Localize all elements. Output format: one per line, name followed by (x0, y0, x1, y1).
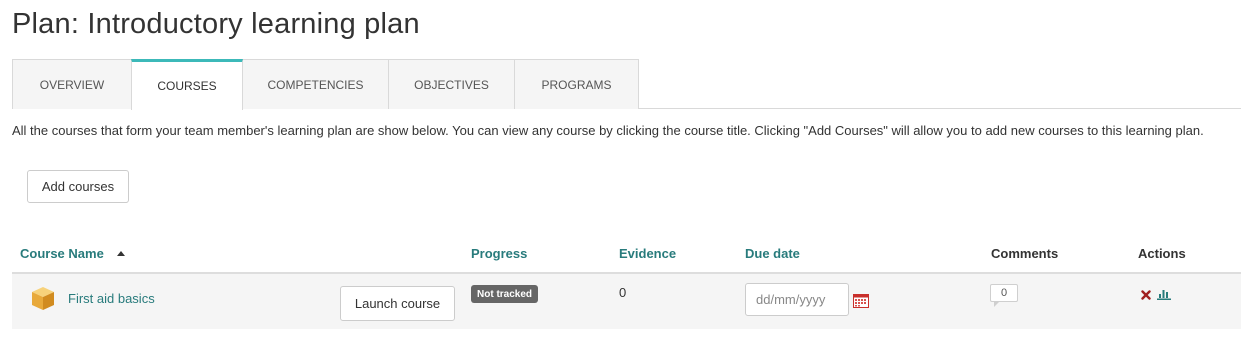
column-header-actions: Actions (1138, 246, 1186, 261)
tab-objectives[interactable]: OBJECTIVES (388, 59, 515, 109)
column-header-course-name[interactable]: Course Name (20, 246, 104, 261)
due-date-input[interactable] (745, 283, 849, 316)
delete-icon[interactable] (1141, 290, 1151, 300)
tab-competencies[interactable]: COMPETENCIES (242, 59, 389, 109)
comments-count-button[interactable]: 0 (990, 284, 1018, 302)
comment-bubble-tail (994, 302, 999, 307)
tab-courses[interactable]: COURSES (131, 59, 243, 110)
stats-icon[interactable] (1157, 288, 1171, 300)
tab-overview[interactable]: OVERVIEW (12, 59, 132, 109)
evidence-count: 0 (619, 285, 627, 300)
sort-ascending-icon (117, 251, 125, 256)
launch-course-button[interactable]: Launch course (340, 286, 455, 321)
course-title-link[interactable]: First aid basics (68, 291, 155, 306)
progress-status-badge: Not tracked (471, 285, 539, 303)
calendar-icon[interactable] (853, 293, 869, 308)
plan-description: All the courses that form your team memb… (12, 123, 1204, 138)
table-row (12, 274, 1241, 329)
column-header-evidence[interactable]: Evidence (619, 246, 676, 261)
column-header-comments: Comments (991, 246, 1059, 261)
tab-programs[interactable]: PROGRAMS (514, 59, 639, 109)
column-header-progress[interactable]: Progress (471, 246, 527, 261)
column-header-due-date[interactable]: Due date (745, 246, 800, 261)
page-title: Plan: Introductory learning plan (12, 8, 420, 40)
tab-bar: OVERVIEW COURSES COMPETENCIES OBJECTIVES… (12, 59, 1241, 110)
course-box-icon (32, 287, 54, 310)
add-courses-button[interactable]: Add courses (27, 170, 129, 203)
